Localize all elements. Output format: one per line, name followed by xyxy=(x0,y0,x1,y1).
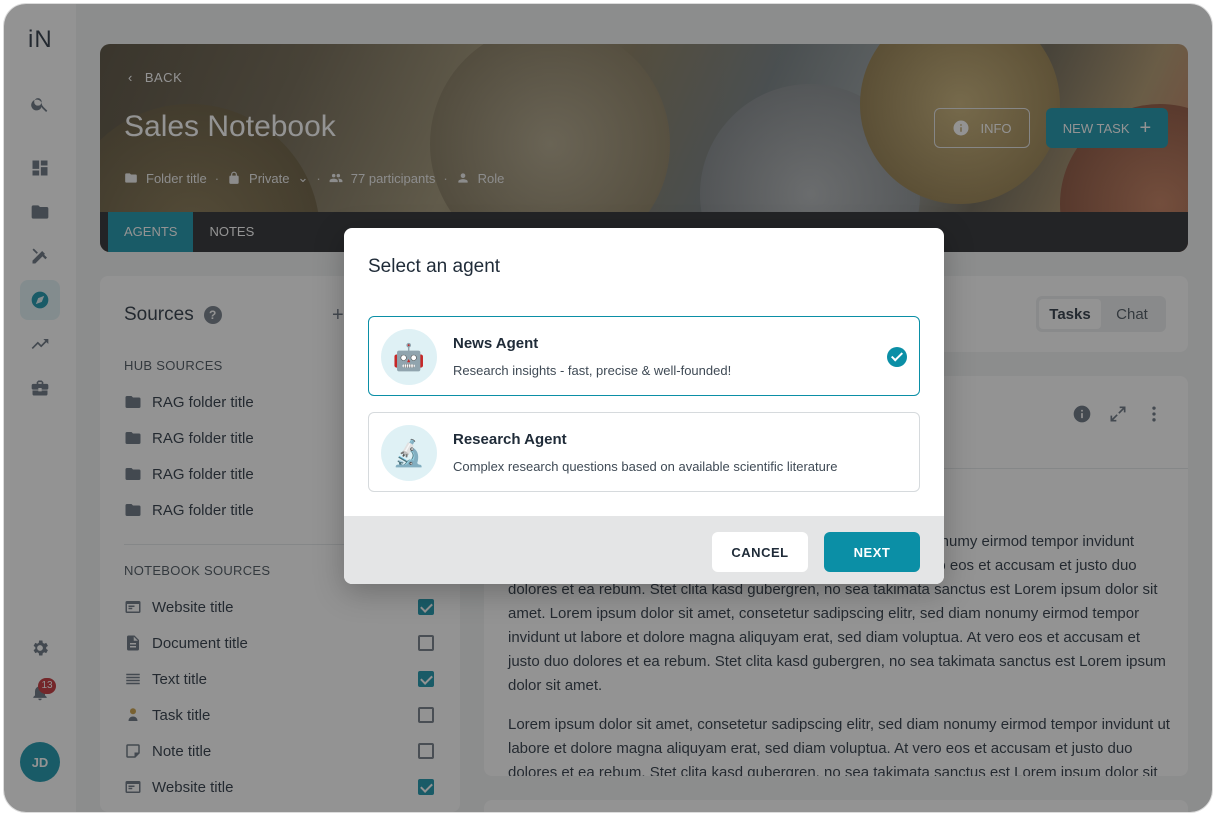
agent-option-news[interactable]: 🤖 News Agent Research insights - fast, p… xyxy=(368,316,920,396)
select-agent-dialog: Select an agent 🤖 News Agent Research in… xyxy=(344,228,944,584)
dialog-footer: CANCEL NEXT xyxy=(344,516,944,584)
robot-icon: 🤖 xyxy=(381,329,437,385)
agent-name: Research Agent xyxy=(453,431,567,448)
agent-name: News Agent xyxy=(453,335,539,352)
check-icon xyxy=(887,347,907,367)
agent-option-research[interactable]: 🔬 Research Agent Complex research questi… xyxy=(368,412,920,492)
app-window: iN 13 JD xyxy=(4,4,1212,812)
dialog-title: Select an agent xyxy=(368,256,501,277)
cancel-button[interactable]: CANCEL xyxy=(712,532,808,572)
agent-description: Research insights - fast, precise & well… xyxy=(453,363,732,378)
agent-description: Complex research questions based on avai… xyxy=(453,459,838,474)
microscope-icon: 🔬 xyxy=(381,425,437,481)
next-button[interactable]: NEXT xyxy=(824,532,920,572)
